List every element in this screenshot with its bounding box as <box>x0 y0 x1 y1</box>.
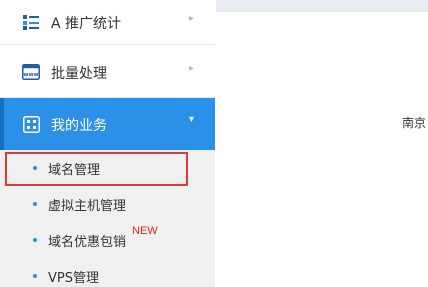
submenu-item-label: 域名优惠包销 <box>48 235 127 250</box>
chevron-right-icon: ▸ <box>188 13 194 24</box>
active-indicator <box>0 98 4 150</box>
bullet-icon <box>33 274 37 278</box>
submenu-item-vps-management[interactable]: VPS管理 <box>0 258 215 287</box>
sidebar-item-batch-processing[interactable]: www 批量处理 ▸ <box>0 46 215 98</box>
main-text: 南京 <box>402 116 427 130</box>
stats-icon <box>22 13 40 31</box>
main-content: 南京 <box>216 12 428 287</box>
calendar-grid-icon <box>22 115 40 133</box>
sidebar-item-label: 批量处理 <box>51 66 107 82</box>
bullet-icon <box>33 202 37 206</box>
top-bar <box>216 0 428 12</box>
bullet-icon <box>33 166 37 170</box>
chevron-down-icon: ▾ <box>188 114 194 125</box>
chevron-right-icon: ▸ <box>188 63 194 74</box>
sidebar-item-label: A 推广统计 <box>51 16 122 32</box>
submenu-item-domain-management[interactable]: 域名管理 <box>0 150 215 186</box>
submenu-item-label: 虚拟主机管理 <box>48 199 127 214</box>
submenu-my-business: 域名管理 虚拟主机管理 域名优惠包销 NEW VPS管理 <box>0 150 215 287</box>
www-window-icon: www <box>22 63 40 81</box>
new-badge: NEW <box>132 225 158 237</box>
app-root: A 推广统计 ▸ www 批量处理 ▸ 我的业务 ▾ 域名管理 虚拟主机管理 域… <box>0 0 428 287</box>
sidebar-item-promotion-stats[interactable]: A 推广统计 ▸ <box>0 0 215 45</box>
sidebar-item-my-business[interactable]: 我的业务 ▾ <box>0 98 215 150</box>
submenu-item-label: 域名管理 <box>48 163 101 178</box>
sidebar: A 推广统计 ▸ www 批量处理 ▸ 我的业务 ▾ 域名管理 虚拟主机管理 域… <box>0 0 215 287</box>
submenu-item-virtual-host-management[interactable]: 虚拟主机管理 <box>0 186 215 222</box>
submenu-item-label: VPS管理 <box>48 271 99 286</box>
svg-text:www: www <box>23 72 38 78</box>
bullet-icon <box>33 238 37 242</box>
submenu-item-domain-discount-package[interactable]: 域名优惠包销 NEW <box>0 222 215 258</box>
sidebar-item-label: 我的业务 <box>51 118 107 134</box>
